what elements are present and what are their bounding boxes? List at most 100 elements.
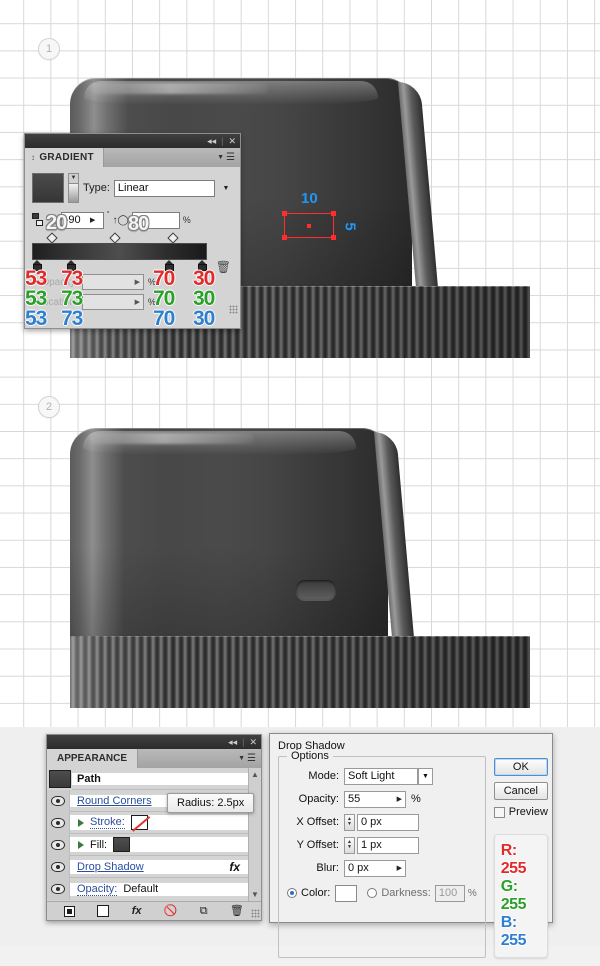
- device-body-2: [70, 428, 388, 643]
- panel-menu-icon[interactable]: ▼ ☰: [217, 148, 240, 167]
- add-new-stroke-icon[interactable]: [64, 905, 76, 917]
- visibility-toggle-fill[interactable]: [47, 833, 70, 856]
- opacity-stepper-icon[interactable]: ▶: [135, 278, 140, 286]
- fill-color-swatch[interactable]: [113, 837, 131, 852]
- scroll-up-icon[interactable]: ▲: [251, 770, 259, 779]
- tab-appearance[interactable]: APPEARANCE: [47, 749, 139, 768]
- delete-item-icon[interactable]: 🗑: [230, 905, 244, 917]
- opacity-stepper-icon[interactable]: ▶: [391, 795, 402, 803]
- gradient-midpoint-3[interactable]: [167, 232, 179, 244]
- color-radio[interactable]: [287, 888, 297, 898]
- gradient-midpoint-1[interactable]: [46, 232, 58, 244]
- x-offset-row: X Offset: ▲ ▼ 0 px: [287, 813, 477, 831]
- panel-menu-triangle-icon: ▼: [238, 755, 246, 762]
- opacity-row-content: Opacity: Default: [70, 882, 248, 896]
- scroll-down-icon[interactable]: ▼: [251, 890, 259, 899]
- clear-appearance-icon[interactable]: 🚫: [164, 905, 178, 917]
- location-stepper-icon[interactable]: ▶: [135, 298, 140, 306]
- gradient-swatch-dropdown[interactable]: ▼: [68, 173, 79, 203]
- step-marker-2: 2: [38, 396, 60, 418]
- darkness-radio[interactable]: [367, 888, 378, 898]
- angle-stepper-icon[interactable]: ▶: [86, 216, 100, 224]
- y-offset-spinner-icon[interactable]: ▲ ▼: [344, 836, 355, 854]
- appearance-item-label[interactable]: Round Corners: [77, 795, 152, 807]
- appearance-panel-titlebar[interactable]: ◂◂ | ✕: [47, 735, 261, 749]
- opacity-input[interactable]: 55 ▶: [344, 790, 406, 808]
- appearance-footer-toolbar[interactable]: fx 🚫 ⧉ 🗑: [47, 901, 261, 920]
- appearance-row-stroke[interactable]: Stroke:: [47, 811, 248, 834]
- add-new-effect-icon[interactable]: fx: [132, 905, 142, 917]
- appearance-item-label[interactable]: Drop Shadow: [77, 861, 144, 873]
- cancel-button[interactable]: Cancel: [493, 782, 548, 800]
- rgb-blue-value: B: 255: [500, 914, 527, 949]
- close-icon[interactable]: ✕: [249, 737, 257, 747]
- gradient-opacity-input[interactable]: ▶: [82, 274, 144, 290]
- panel-resize-grip[interactable]: [229, 305, 238, 314]
- blur-stepper-icon[interactable]: ▶: [391, 864, 402, 872]
- appearance-row-opacity[interactable]: Opacity: Default: [47, 878, 248, 900]
- gradient-swatch-arrow-icon[interactable]: ▼: [68, 173, 79, 183]
- ok-button[interactable]: OK: [493, 758, 548, 776]
- handle-top-left[interactable]: [282, 211, 287, 216]
- chevron-right-icon[interactable]: [78, 840, 84, 849]
- gradient-midpoint-2[interactable]: [109, 232, 121, 244]
- dimension-width-label: 10: [301, 190, 318, 207]
- x-offset-input[interactable]: 0 px: [357, 813, 419, 831]
- chevron-down-icon[interactable]: ▼: [418, 767, 433, 785]
- gradient-preview-swatch[interactable]: [32, 173, 64, 203]
- stroke-row-content: Stroke:: [70, 815, 248, 830]
- dialog-body: Options Mode: Soft Light ▼ Opacity: 55 ▶…: [270, 750, 552, 966]
- visibility-toggle-opacity[interactable]: [47, 878, 70, 900]
- mode-select[interactable]: Soft Light: [344, 767, 418, 785]
- visibility-toggle-drop-shadow[interactable]: [47, 855, 70, 878]
- blur-input[interactable]: 0 px ▶: [344, 859, 406, 877]
- appearance-item-label[interactable]: Opacity:: [77, 883, 118, 896]
- preview-checkbox-row[interactable]: Preview: [493, 806, 548, 818]
- collapse-icon[interactable]: ◂◂: [207, 136, 216, 146]
- gradient-panel-titlebar[interactable]: ◂◂ | ✕: [25, 134, 240, 148]
- gradient-location-input[interactable]: ▶: [82, 294, 144, 310]
- x-offset-spinner-icon[interactable]: ▲ ▼: [344, 813, 355, 831]
- fx-icon[interactable]: fx: [229, 860, 240, 874]
- appearance-panel[interactable]: ◂◂ | ✕ APPEARANCE ▼ ☰ Path Round Corners…: [46, 734, 262, 921]
- shadow-color-swatch[interactable]: [335, 884, 358, 902]
- selection-rectangle[interactable]: [282, 211, 336, 240]
- gradient-type-select[interactable]: Linear: [113, 179, 215, 197]
- drop-shadow-dialog[interactable]: Drop Shadow Options Mode: Soft Light ▼ O…: [269, 733, 553, 958]
- appearance-row-drop-shadow[interactable]: Drop Shadow fx: [47, 855, 248, 878]
- close-icon[interactable]: ✕: [228, 136, 236, 146]
- gradient-angle-input[interactable]: -90 ▶: [60, 211, 104, 229]
- delete-stop-icon[interactable]: 🗑: [216, 260, 231, 274]
- gradient-panel-tabbar[interactable]: ↕ GRADIENT ▼ ☰: [25, 148, 240, 167]
- appearance-panel-tabbar[interactable]: APPEARANCE ▼ ☰: [47, 749, 261, 768]
- stroke-none-swatch-icon[interactable]: [130, 815, 148, 830]
- panel-menu-icon[interactable]: ▼ ☰: [238, 749, 261, 768]
- duplicate-item-icon[interactable]: ⧉: [200, 905, 208, 917]
- visibility-toggle-stroke[interactable]: [47, 811, 70, 834]
- add-new-fill-icon[interactable]: [97, 905, 110, 917]
- panel-resize-grip[interactable]: [251, 909, 260, 918]
- gradient-panel[interactable]: ◂◂ | ✕ ↕ GRADIENT ▼ ☰ ▼ Type: Linear ▼ △…: [24, 133, 241, 330]
- handle-top-right[interactable]: [331, 211, 336, 216]
- chevron-down-icon[interactable]: ▼: [219, 185, 233, 192]
- opacity-label: Opacity:: [298, 793, 339, 805]
- preview-label: Preview: [508, 806, 548, 818]
- appearance-item-label[interactable]: Stroke:: [90, 816, 125, 829]
- preview-checkbox[interactable]: [493, 806, 505, 818]
- collapse-icon[interactable]: ◂◂: [228, 737, 237, 747]
- handle-bottom-right[interactable]: [331, 235, 336, 240]
- color-label: Color:: [301, 887, 331, 899]
- appearance-scrollbar[interactable]: ▲ ▼: [248, 768, 261, 901]
- gradient-slider-strip[interactable]: [32, 243, 207, 260]
- appearance-row-fill[interactable]: Fill:: [47, 833, 248, 856]
- reverse-gradient-icon[interactable]: [32, 212, 47, 228]
- darkness-label: Darkness:: [381, 887, 431, 899]
- tab-gradient[interactable]: ↕ GRADIENT: [25, 148, 104, 167]
- appearance-row-path[interactable]: Path: [47, 767, 248, 790]
- darkness-input: 100: [434, 884, 465, 902]
- tab-gradient-label: GRADIENT: [39, 152, 94, 163]
- visibility-toggle-round-corners[interactable]: [47, 789, 70, 812]
- handle-bottom-left[interactable]: [282, 235, 287, 240]
- y-offset-input[interactable]: 1 px: [357, 836, 419, 854]
- chevron-right-icon[interactable]: [78, 818, 84, 827]
